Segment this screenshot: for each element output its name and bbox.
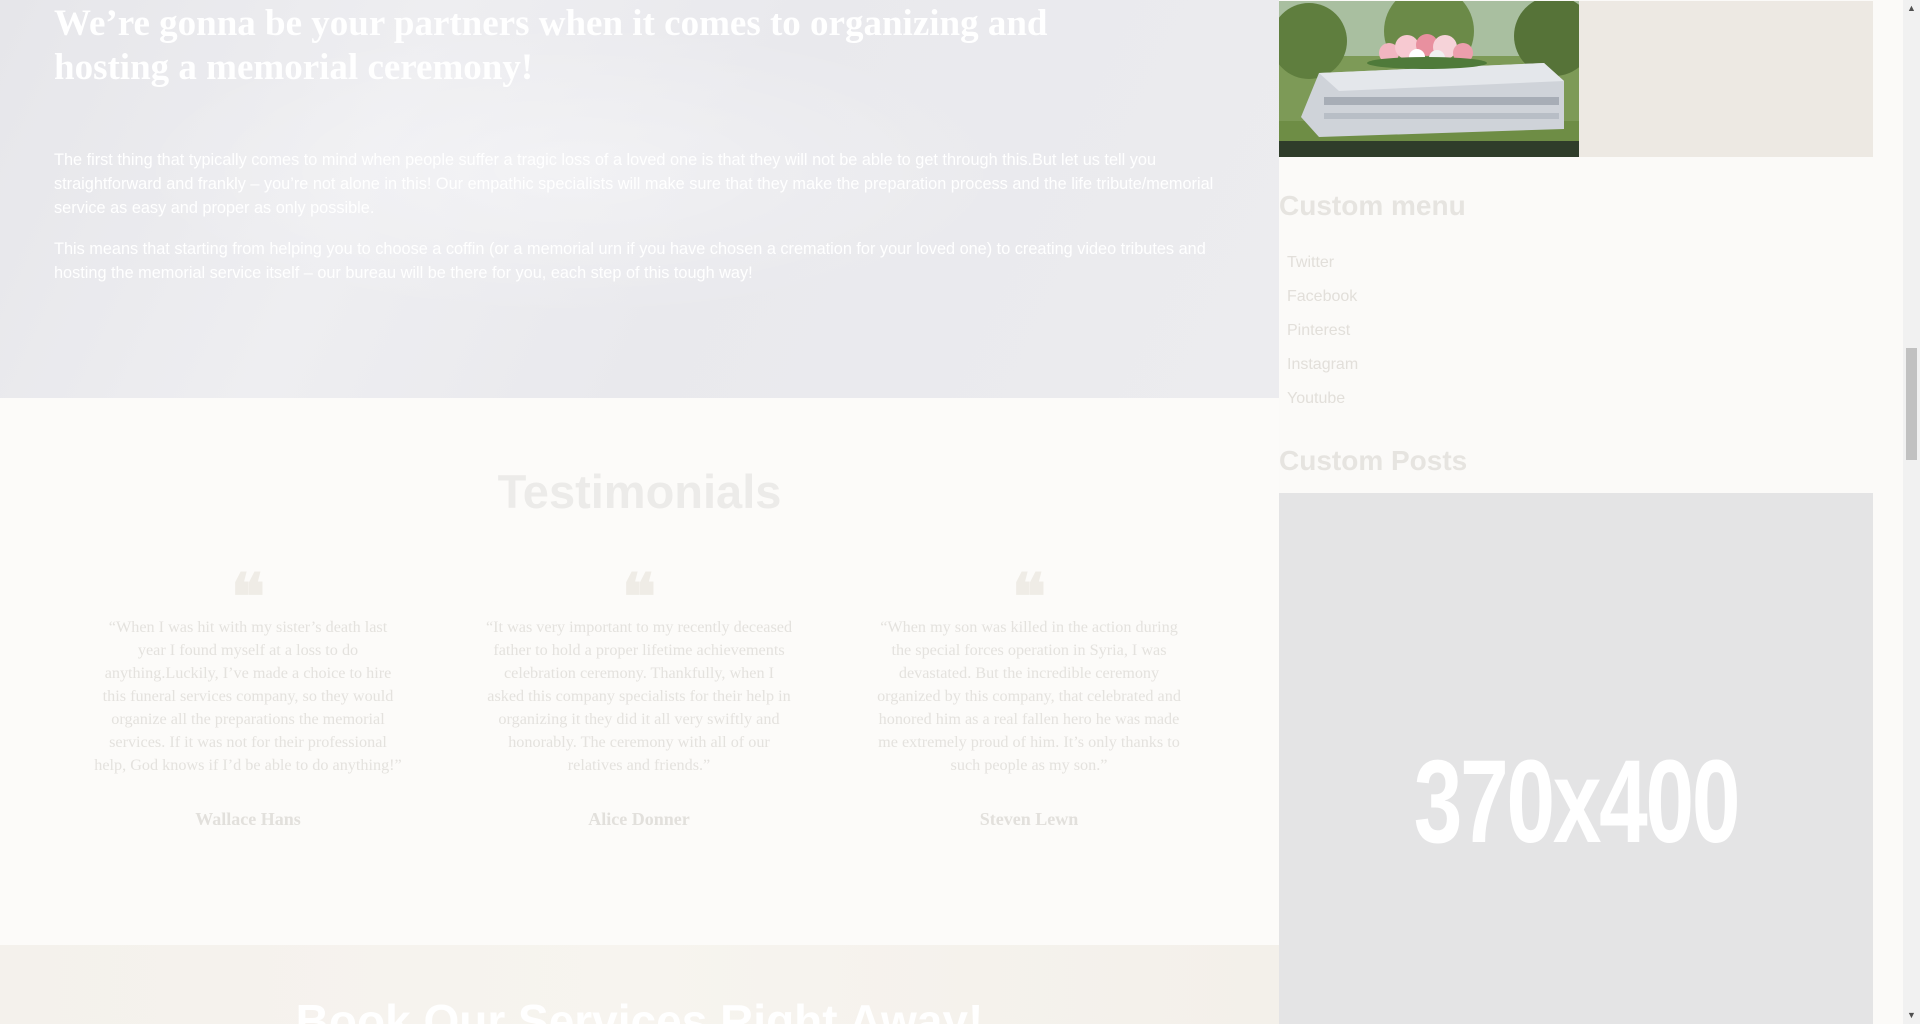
testimonial-quote: “When my son was killed in the action du… (877, 618, 1181, 774)
vertical-scrollbar[interactable]: ▲ ▼ (1903, 0, 1920, 1024)
quote-icon: ❝ (230, 562, 266, 633)
testimonial-author: Steven Lewn (979, 809, 1079, 829)
image-placeholder-label: 370x400 (1413, 736, 1741, 868)
casket-image (1279, 1, 1579, 157)
book-services-heading: Book Our Services Right Away! (295, 995, 984, 1024)
scroll-down-arrow-icon[interactable]: ▼ (1903, 1007, 1920, 1024)
menu-link-instagram[interactable]: Instagram (1287, 352, 1358, 386)
menu-link-twitter[interactable]: Twitter (1287, 250, 1358, 284)
custom-menu-heading: Custom menu (1279, 190, 1466, 221)
intro-heading: We’re gonna be your partners when it com… (54, 3, 1048, 88)
testimonial-card: ❝ “It was very important to my recently … (484, 562, 794, 831)
sidebar: Custom menu Twitter Facebook Pinterest I… (1279, 0, 1873, 1024)
custom-post-image[interactable]: 370x400 (1279, 493, 1873, 1024)
testimonial-card: ❝ “When my son was killed in the action … (874, 562, 1184, 831)
sidebar-photo (1279, 1, 1873, 157)
testimonial-card: ❝ “When I was hit with my sister’s death… (93, 562, 403, 831)
testimonials-heading: Testimonials (497, 465, 782, 518)
intro-section: We’re gonna be your partners when it com… (0, 0, 1279, 398)
testimonials-section: Testimonials ❝ “When I was hit with my s… (0, 398, 1279, 945)
testimonial-author: Wallace Hans (195, 809, 301, 829)
page: We’re gonna be your partners when it com… (0, 0, 1920, 1024)
book-services-section: Book Our Services Right Away! (0, 945, 1279, 1024)
quote-icon: ❝ (621, 562, 657, 633)
menu-link-pinterest[interactable]: Pinterest (1287, 318, 1358, 352)
intro-paragraph-1: The first thing that typically comes to … (54, 151, 1214, 217)
testimonial-quote: “When I was hit with my sister’s death l… (94, 618, 402, 774)
scroll-up-arrow-icon[interactable]: ▲ (1903, 0, 1920, 17)
custom-posts-heading: Custom Posts (1279, 445, 1468, 476)
menu-link-facebook[interactable]: Facebook (1287, 284, 1358, 318)
testimonial-author: Alice Donner (588, 809, 690, 829)
intro-paragraph-2: This means that starting from helping yo… (54, 240, 1206, 282)
scrollbar-thumb[interactable] (1906, 348, 1917, 460)
menu-link-youtube[interactable]: Youtube (1287, 386, 1358, 420)
custom-menu-list: Twitter Facebook Pinterest Instagram You… (1287, 250, 1358, 420)
testimonial-quote: “It was very important to my recently de… (485, 618, 793, 774)
quote-icon: ❝ (1011, 562, 1047, 633)
